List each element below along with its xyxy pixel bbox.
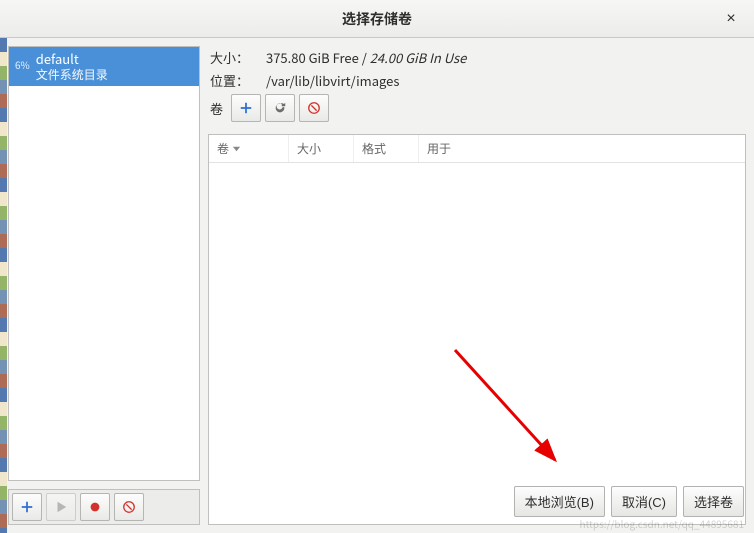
pool-text: default 文件系统目录 [36,51,108,82]
volume-refresh-button[interactable] [265,94,295,122]
volume-new-button[interactable] [231,94,261,122]
volume-table-body[interactable] [209,163,745,524]
location-value: /var/lib/libvirt/images [266,71,744,90]
delete-icon [307,101,321,115]
volume-table[interactable]: 卷 大小 格式 用于 [208,134,746,525]
pool-delete-button[interactable] [114,493,144,521]
column-format[interactable]: 格式 [354,135,419,162]
pool-subtitle: 文件系统目录 [36,67,108,82]
plus-icon [239,101,253,115]
column-size[interactable]: 大小 [289,135,354,162]
delete-icon [122,500,136,514]
dialog-title: 选择存储卷 [342,9,412,29]
pool-stop-button[interactable] [80,493,110,521]
sort-desc-icon [232,140,241,157]
pool-item-default[interactable]: 6% default 文件系统目录 [9,47,199,86]
pool-list[interactable]: 6% default 文件系统目录 [8,46,200,481]
cancel-button[interactable]: 取消(C) [611,486,677,517]
pool-toolbar [8,489,200,525]
refresh-icon [273,101,287,115]
size-value: 375.80 GiB Free / 24.00 GiB In Use [266,48,744,67]
column-used[interactable]: 用于 [419,135,745,162]
pool-start-button[interactable] [46,493,76,521]
column-name[interactable]: 卷 [209,135,289,162]
volume-toolbar [231,94,329,122]
watermark: https://blog.csdn.net/qq_44895681 [580,516,745,531]
close-icon: × [726,10,735,27]
choose-volume-button[interactable]: 选择卷 [683,486,744,517]
browse-local-button[interactable]: 本地浏览(B) [514,486,605,517]
pool-usage-pct: 6% [15,57,30,72]
titlebar: 选择存储卷 × [0,0,754,38]
plus-icon [20,500,34,514]
size-label: 大小： [210,48,266,67]
record-icon [88,500,102,514]
close-button[interactable]: × [718,6,744,32]
volume-delete-button[interactable] [299,94,329,122]
location-label: 位置： [210,71,266,90]
volume-table-header: 卷 大小 格式 用于 [209,135,745,163]
dialog-footer: 本地浏览(B) 取消(C) 选择卷 [514,486,744,517]
play-icon [54,500,68,514]
pool-name: default [36,51,108,67]
pool-add-button[interactable] [12,493,42,521]
decorative-edge [0,38,7,533]
pool-details: 大小： 375.80 GiB Free / 24.00 GiB In Use 位… [208,46,746,134]
volumes-label: 卷 [210,99,223,118]
